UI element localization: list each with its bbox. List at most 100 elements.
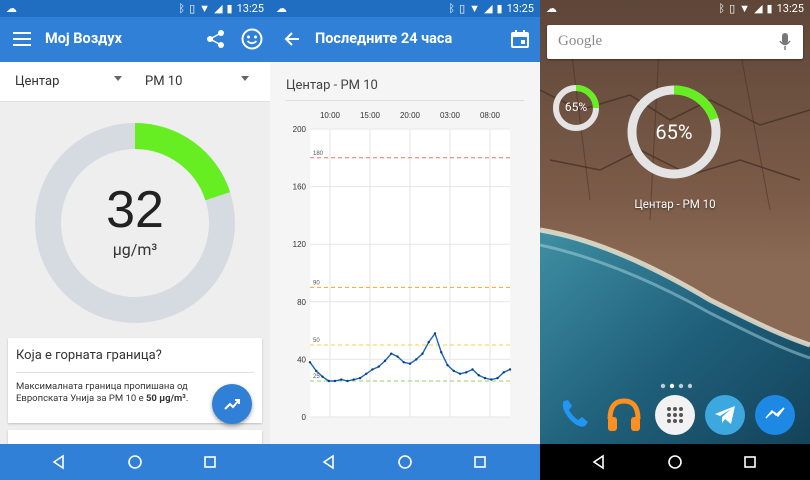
bluetooth-icon: ᛒ [448,2,456,15]
data-point [440,351,443,354]
subtitle-divider [286,100,524,101]
pm10-line-chart: 10:00 15:00 20:00 03:00 08:00 0 40 80 120 160 200 1… [293,111,512,422]
home-nav-icon[interactable] [667,454,683,470]
home-nav-icon[interactable] [397,454,413,470]
threshold-label: 50 [313,338,320,344]
back-arrow-icon[interactable] [280,27,304,51]
vibrate-icon: ▯ [459,2,466,15]
data-point [446,363,449,367]
location-select[interactable]: Центар [15,74,59,89]
location-dropdown-icon[interactable] [114,76,122,81]
calendar-icon[interactable] [508,27,532,51]
data-point [502,371,505,374]
recents-nav-icon[interactable] [742,454,758,470]
data-point [315,369,318,373]
back-nav-icon[interactable] [51,454,67,470]
battery-icon: ▮ [766,2,773,15]
battery-icon: ▮ [226,2,233,15]
wifi-icon: ▼ [739,2,751,15]
status-bar: ☁ ᛒ ▯ ▼ ◢ ▮ 13:25 [270,0,540,17]
android-home-screen: ☁ ᛒ ▯ ▼ ◢ ▮ 13:25 Google 65% 65% Центар … [540,0,810,480]
threshold-label: 90 [313,280,320,286]
app-title: Мој Воздух [45,30,122,47]
y-tick-label: 80 [297,298,306,307]
vibrate-icon: ▯ [729,2,736,15]
wifi-icon: ▼ [469,2,481,15]
cloud-icon: ☁ [546,2,557,15]
data-point [408,362,412,365]
data-point [471,368,474,371]
signal-icon: ◢ [754,2,763,15]
search-placeholder: Google [558,33,603,49]
status-bar: ☁ ᛒ ▯ ▼ ◢ ▮ 13:25 [0,0,270,17]
data-point [477,374,480,377]
back-nav-icon[interactable] [321,454,337,470]
data-point [346,379,349,383]
data-point [340,378,343,381]
pollutant-select[interactable]: PM 10 [145,74,182,89]
cloud-icon: ☁ [276,2,287,15]
data-point [458,372,462,375]
trend-fab[interactable] [212,384,252,424]
data-point [415,358,418,361]
data-point [465,371,468,374]
wifi-icon: ▼ [199,2,211,15]
music-app-icon[interactable] [604,395,644,435]
data-point [508,368,512,371]
data-point [321,375,324,378]
y-tick-label: 200 [293,125,307,134]
x-tick-label: 08:00 [480,111,501,120]
bluetooth-icon: ᛒ [178,2,186,15]
card-divider [16,372,254,373]
home-nav-icon[interactable] [127,454,143,470]
chart-subtitle: Центар - PM 10 [286,78,378,93]
data-point [365,372,368,375]
status-bar: ☁ ᛒ ▯ ▼ ◢ ▮ 13:25 [540,0,810,17]
trending-up-icon [224,395,240,414]
menu-icon[interactable] [10,27,34,51]
google-search-bar[interactable]: Google [547,25,803,59]
data-point [483,376,487,380]
x-tick-label: 15:00 [360,111,381,120]
back-nav-icon[interactable] [591,454,607,470]
threshold-label: 25 [313,374,320,380]
share-icon[interactable] [204,27,228,51]
app-bar: Последните 24 часа [270,17,540,62]
data-point [452,369,455,373]
data-point [402,361,405,364]
gauge-value: 32 [106,181,164,239]
gauge-unit: µg/m³ [112,240,158,259]
limit-value: 50 µg/m³ [145,393,186,404]
large-widget-value: 65% [655,120,693,144]
data-point [396,355,399,358]
data-point [308,361,312,364]
messenger-icon[interactable] [755,395,795,435]
app-drawer-icon[interactable] [655,395,695,435]
signal-icon: ◢ [214,2,223,15]
bluetooth-icon: ᛒ [718,2,726,15]
small-widget-value: 65% [564,100,588,114]
telegram-icon[interactable] [705,395,745,435]
threshold-label: 180 [313,151,324,157]
phone-icon[interactable] [554,395,594,435]
data-point [333,379,337,383]
widget-label: Центар - PM 10 [634,197,716,211]
x-tick-label: 20:00 [400,111,421,120]
navigation-bar [540,444,810,480]
microphone-icon[interactable] [779,33,791,55]
status-time: 13:25 [776,2,804,15]
pollutant-dropdown-icon[interactable] [241,76,249,81]
status-time: 13:25 [236,2,264,15]
navigation-bar [270,444,540,480]
data-point [433,332,437,335]
y-tick-label: 40 [297,355,306,364]
smiley-icon[interactable] [240,27,264,51]
filter-bar: Центар PM 10 [0,62,270,102]
data-point [352,378,355,381]
data-point [371,368,374,371]
data-point [490,378,493,381]
recents-nav-icon[interactable] [202,454,218,470]
data-point [358,376,362,380]
y-tick-label: 120 [293,240,307,249]
recents-nav-icon[interactable] [472,454,488,470]
